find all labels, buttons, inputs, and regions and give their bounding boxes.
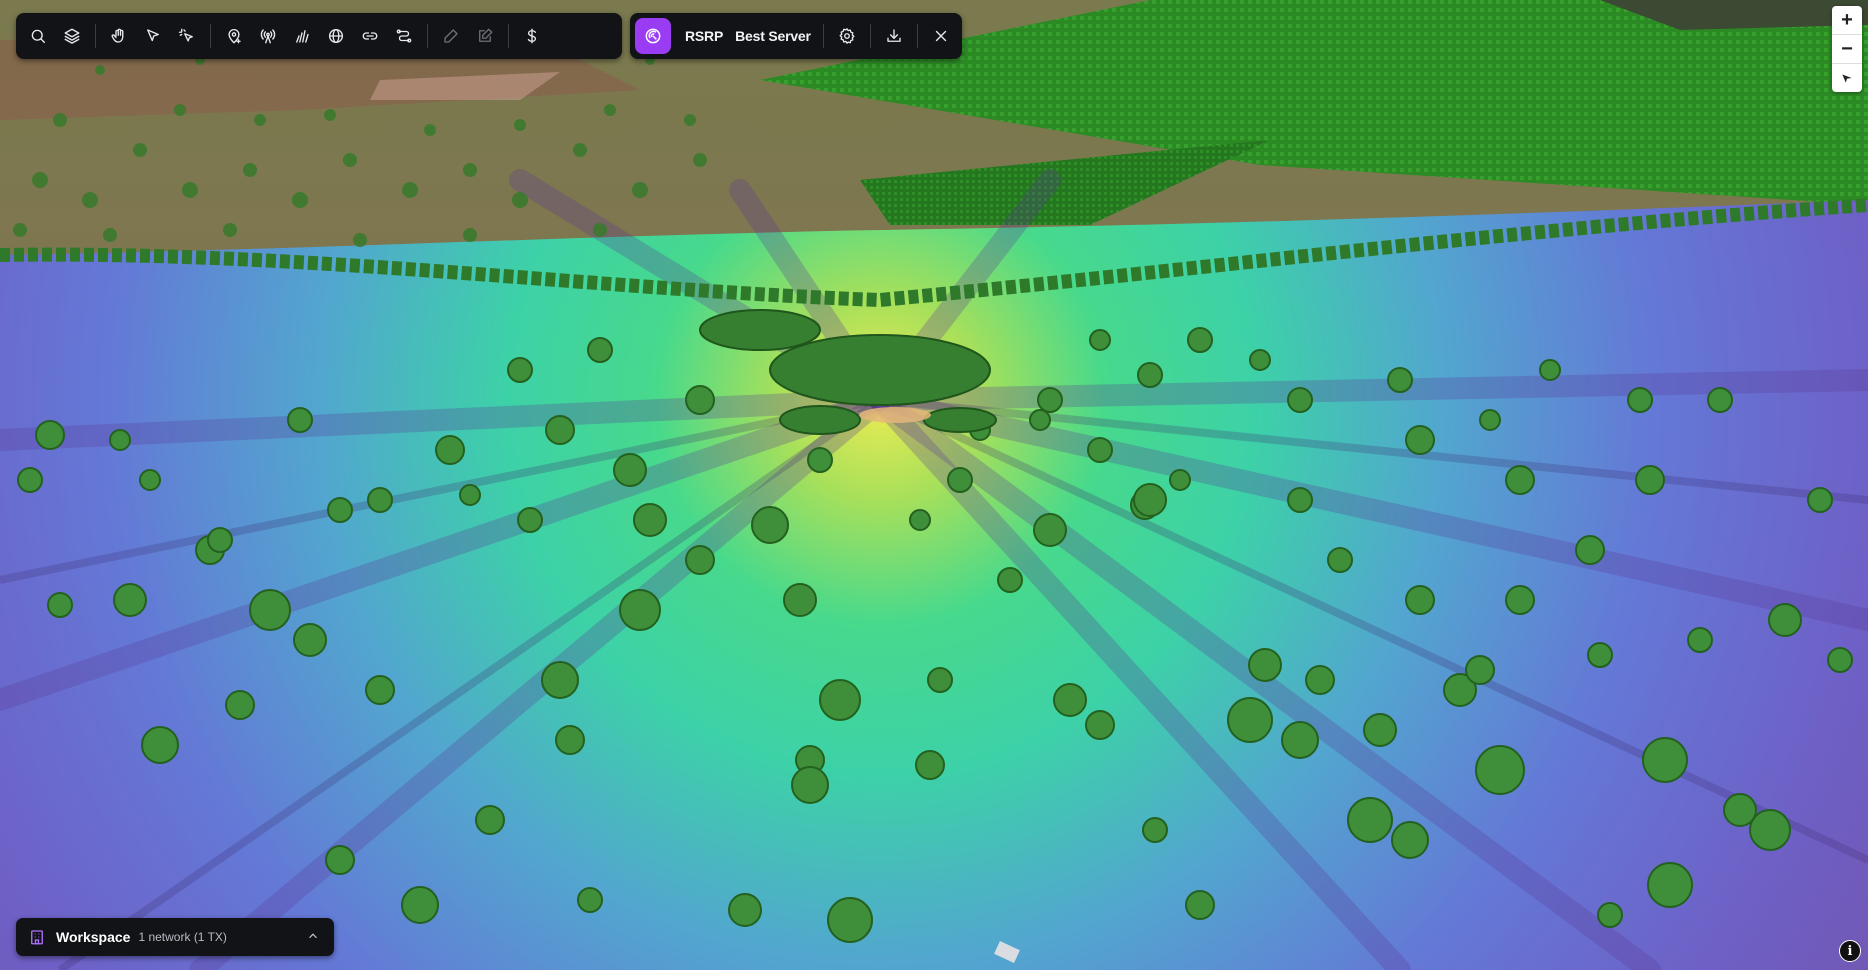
coverage-map-render	[0, 0, 1868, 970]
edit-square-icon	[479, 28, 493, 42]
chevron-up-icon	[309, 933, 317, 939]
close-icon	[935, 30, 946, 42]
building-icon	[28, 928, 46, 946]
toolbar-divider	[210, 24, 211, 48]
map-view[interactable]	[0, 0, 1868, 970]
compass-icon	[1842, 74, 1852, 83]
zoom-out-button[interactable]: −	[1832, 35, 1862, 64]
reset-bearing-button[interactable]	[1832, 64, 1862, 92]
map-pin-add-icon	[228, 29, 241, 44]
gear-icon	[839, 28, 855, 44]
zoom-in-button[interactable]: +	[1832, 6, 1862, 35]
globe-icon	[328, 28, 344, 44]
metric-label[interactable]: RSRP	[679, 28, 729, 44]
toolbar-divider	[427, 24, 428, 48]
globe-button[interactable]	[319, 19, 353, 53]
toolbar-divider	[916, 24, 918, 48]
toolbar-divider	[869, 24, 871, 48]
route-icon	[396, 29, 412, 43]
pointer-icon	[147, 29, 159, 42]
download-icon	[887, 29, 901, 42]
workspace-subtitle: 1 network (1 TX)	[138, 930, 227, 944]
toolbar-divider	[95, 24, 96, 48]
coverage-toolbar: RSRP Best Server	[630, 13, 962, 59]
main-toolbar	[16, 13, 622, 59]
signal-icon	[296, 30, 309, 43]
pencil-icon	[444, 29, 458, 43]
hand-icon	[111, 28, 124, 43]
workspace-panel[interactable]: Workspace 1 network (1 TX)	[16, 918, 334, 956]
coverage-signal-icon	[645, 28, 661, 44]
cost-button[interactable]	[515, 19, 549, 53]
select-button[interactable]	[136, 19, 170, 53]
antenna-icon	[260, 29, 276, 44]
dollar-icon	[527, 28, 537, 44]
signal-bars-button[interactable]	[285, 19, 319, 53]
pointer-sparkle-icon	[178, 28, 193, 42]
workspace-toggle-button[interactable]	[306, 929, 322, 945]
close-coverage-button[interactable]	[924, 19, 958, 53]
edit-button[interactable]	[468, 19, 502, 53]
antenna-button[interactable]	[251, 19, 285, 53]
route-button[interactable]	[387, 19, 421, 53]
multi-select-button[interactable]	[170, 19, 204, 53]
layers-button[interactable]	[55, 19, 89, 53]
link-icon	[362, 32, 378, 40]
coverage-toggle-button[interactable]	[635, 18, 671, 54]
toolbar-divider	[508, 24, 509, 48]
zoom-controls: + −	[1832, 6, 1862, 92]
attribution-info-button[interactable]: i	[1839, 940, 1861, 962]
download-button[interactable]	[877, 19, 911, 53]
search-button[interactable]	[21, 19, 55, 53]
workspace-title: Workspace	[56, 929, 131, 945]
coverage-settings-button[interactable]	[830, 19, 864, 53]
draw-button[interactable]	[434, 19, 468, 53]
mode-label[interactable]: Best Server	[729, 28, 817, 44]
search-icon	[31, 29, 46, 44]
layers-icon	[64, 28, 80, 44]
toolbar-divider	[822, 24, 824, 48]
pan-button[interactable]	[102, 19, 136, 53]
add-site-button[interactable]	[217, 19, 251, 53]
link-button[interactable]	[353, 19, 387, 53]
